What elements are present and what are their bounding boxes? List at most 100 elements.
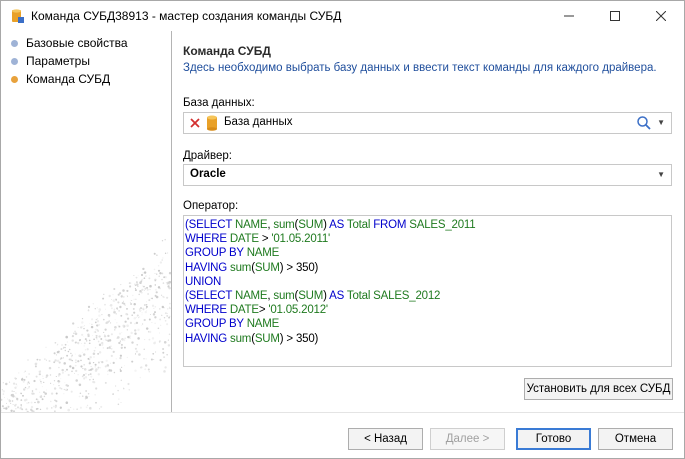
sparkle-dot	[14, 386, 17, 389]
sparkle-dot	[60, 357, 63, 360]
sparkle-dot	[124, 337, 126, 339]
panel-divider	[171, 31, 172, 412]
maximize-button[interactable]	[592, 1, 638, 31]
driver-label: Драйвер:	[183, 150, 232, 162]
sparkle-dot	[80, 359, 82, 362]
sparkle-dot	[155, 291, 158, 294]
sparkle-dot	[145, 305, 148, 308]
sparkle-dot	[109, 369, 113, 372]
cancel-button[interactable]: Отмена	[598, 428, 673, 450]
sparkle-dot	[50, 382, 52, 384]
sparkle-dot	[108, 315, 111, 318]
sparkle-dot	[94, 347, 97, 349]
sparkle-dot	[149, 284, 152, 288]
sparkle-dot	[53, 380, 56, 382]
sparkle-dot	[123, 339, 126, 342]
sparkle-dot	[104, 338, 107, 341]
next-button[interactable]: Далее >	[430, 428, 505, 450]
sparkle-dot	[2, 390, 5, 393]
sparkle-dot	[137, 285, 139, 288]
database-selector[interactable]: База данных ▼	[183, 112, 672, 134]
sparkle-dot	[1, 389, 3, 391]
sparkle-dot	[162, 257, 164, 259]
sparkle-dot	[115, 313, 117, 315]
sparkle-dot	[138, 353, 141, 356]
code-token: sum	[273, 219, 295, 231]
driver-dropdown[interactable]: Oracle ▼	[183, 164, 672, 186]
sparkle-dot	[134, 354, 136, 355]
sparkle-dot	[161, 240, 164, 242]
sparkle-dot	[1, 405, 4, 408]
sparkle-dot	[131, 314, 133, 316]
step-parameters[interactable]: Параметры	[11, 53, 90, 69]
sparkle-dot	[130, 282, 132, 284]
step-dbms-command[interactable]: Команда СУБД	[11, 71, 110, 87]
sparkle-dot	[115, 385, 117, 387]
sparkle-dot	[126, 289, 129, 292]
sparkle-dot	[67, 350, 70, 353]
sparkle-dot	[96, 318, 99, 320]
sparkle-dot	[100, 338, 103, 340]
minimize-button[interactable]	[546, 1, 592, 31]
database-value: База данных	[224, 116, 293, 128]
sparkle-dot	[138, 308, 141, 310]
sparkle-dot	[149, 330, 152, 334]
done-button[interactable]: Готово	[516, 428, 591, 450]
clear-icon[interactable]	[188, 116, 202, 130]
sparkle-dot	[70, 390, 73, 393]
sparkle-dot	[46, 389, 48, 391]
code-token: 350	[295, 332, 315, 345]
sparkle-dot	[115, 358, 117, 360]
sparkle-dot	[58, 384, 60, 387]
search-icon[interactable]	[636, 115, 652, 131]
set-for-all-dbms-button[interactable]: Установить для всех СУБД	[524, 378, 673, 400]
sparkle-dot	[50, 400, 52, 403]
sparkle-dot	[161, 314, 163, 316]
sparkle-dot	[142, 323, 144, 325]
sparkle-dot	[40, 395, 42, 397]
sparkle-dot	[63, 393, 65, 395]
sparkle-dot	[51, 407, 53, 409]
sparkle-dot	[117, 301, 120, 304]
sparkle-dot	[137, 337, 140, 340]
code-token: DATE	[229, 304, 259, 317]
sparkle-dot	[126, 313, 129, 316]
sparkle-dot	[68, 348, 71, 351]
code-token: ) >	[279, 261, 296, 274]
sparkle-dot	[164, 312, 167, 315]
sparkle-dot	[160, 294, 163, 296]
operator-code-editor[interactable]: (SELECT NAME, sum(SUM) AS Total FROM SAL…	[183, 215, 672, 367]
sparkle-dot	[163, 356, 166, 358]
sparkle-dot	[31, 390, 34, 392]
sparkle-dot	[110, 333, 113, 336]
sparkle-dot	[161, 278, 163, 281]
sparkle-dot	[50, 392, 54, 395]
chevron-down-icon[interactable]: ▼	[657, 170, 665, 179]
sparkle-dot	[84, 376, 88, 379]
sparkle-dot	[74, 372, 75, 374]
sparkle-dot	[3, 397, 5, 398]
sparkle-dot	[97, 361, 100, 364]
sparkle-dot	[92, 335, 93, 336]
sparkle-dot	[144, 310, 147, 314]
sparkle-dot	[16, 397, 18, 400]
sparkle-dot	[133, 317, 137, 320]
step-basic-properties[interactable]: Базовые свойства	[11, 35, 128, 51]
sparkle-dot	[81, 395, 84, 398]
sparkle-dot	[30, 408, 33, 411]
sparkle-dot	[66, 354, 69, 357]
sparkle-dot	[120, 295, 123, 298]
chevron-down-icon[interactable]: ▼	[657, 118, 665, 127]
close-button[interactable]	[638, 1, 684, 31]
sparkle-dot	[122, 300, 124, 302]
sparkle-dot	[145, 307, 147, 309]
page-description: Здесь необходимо выбрать базу данных и в…	[183, 62, 657, 74]
sparkle-dot	[87, 305, 91, 309]
sparkle-dot	[119, 292, 122, 295]
sparkle-dot	[88, 339, 91, 342]
sparkle-dot	[113, 371, 116, 374]
code-token: sum	[273, 290, 295, 303]
sparkle-dot	[153, 252, 156, 255]
back-button[interactable]: < Назад	[348, 428, 423, 450]
step-bullet-icon	[11, 39, 18, 47]
